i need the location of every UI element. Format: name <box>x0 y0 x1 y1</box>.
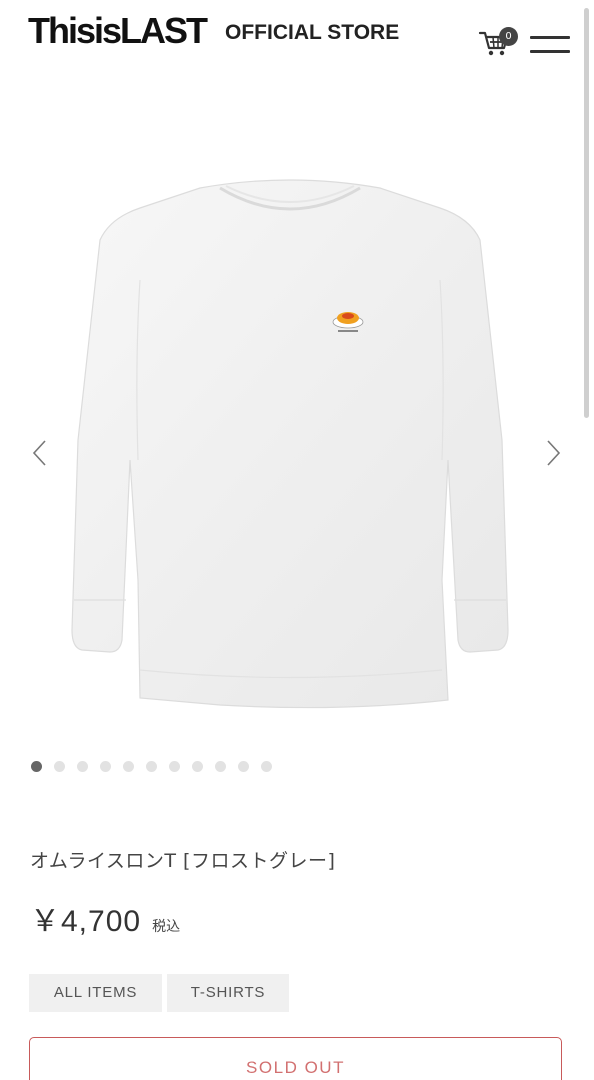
category-tags: ALL ITEMS T-SHIRTS <box>29 974 294 1012</box>
hamburger-menu-button[interactable] <box>528 34 572 56</box>
carousel-prev-button[interactable] <box>26 438 54 468</box>
carousel-dot[interactable] <box>169 761 180 772</box>
product-page: ThisisLAST OFFICIAL STORE 0 オムライスロンT [フロ… <box>0 0 594 1080</box>
product-image-longsleeve-tee <box>71 179 509 709</box>
carousel-dot[interactable] <box>192 761 203 772</box>
carousel-dot[interactable] <box>100 761 111 772</box>
carousel-pagination <box>31 756 284 772</box>
chevron-right-icon <box>547 440 561 466</box>
carousel-dot[interactable] <box>215 761 226 772</box>
sold-out-button[interactable]: SOLD OUT <box>29 1037 562 1080</box>
store-logo[interactable]: ThisisLAST <box>28 10 208 52</box>
tag-t-shirts[interactable]: T-SHIRTS <box>167 974 289 1012</box>
carousel-next-button[interactable] <box>539 438 567 468</box>
carousel-dot[interactable] <box>54 761 65 772</box>
official-store-label: OFFICIAL STORE <box>225 21 400 44</box>
product-price: ￥4,700 <box>30 905 142 938</box>
carousel-dot[interactable] <box>238 761 249 772</box>
cart-count-badge: 0 <box>499 27 518 46</box>
carousel-dot[interactable] <box>77 761 88 772</box>
site-header: ThisisLAST OFFICIAL STORE 0 <box>0 0 594 70</box>
carousel-dot[interactable] <box>261 761 272 772</box>
menu-line <box>530 50 570 53</box>
price-row: ￥4,700 税込 <box>30 896 180 940</box>
chevron-left-icon <box>32 440 46 466</box>
product-title: オムライスロンT [フロストグレー] <box>30 850 336 872</box>
carousel-dot[interactable] <box>146 761 157 772</box>
product-image-carousel[interactable] <box>0 100 594 760</box>
carousel-dot[interactable] <box>123 761 134 772</box>
tax-included-label: 税込 <box>152 919 181 935</box>
tag-all-items[interactable]: ALL ITEMS <box>29 974 162 1012</box>
hamburger-menu-icon <box>530 36 570 39</box>
carousel-dot[interactable] <box>31 761 42 772</box>
